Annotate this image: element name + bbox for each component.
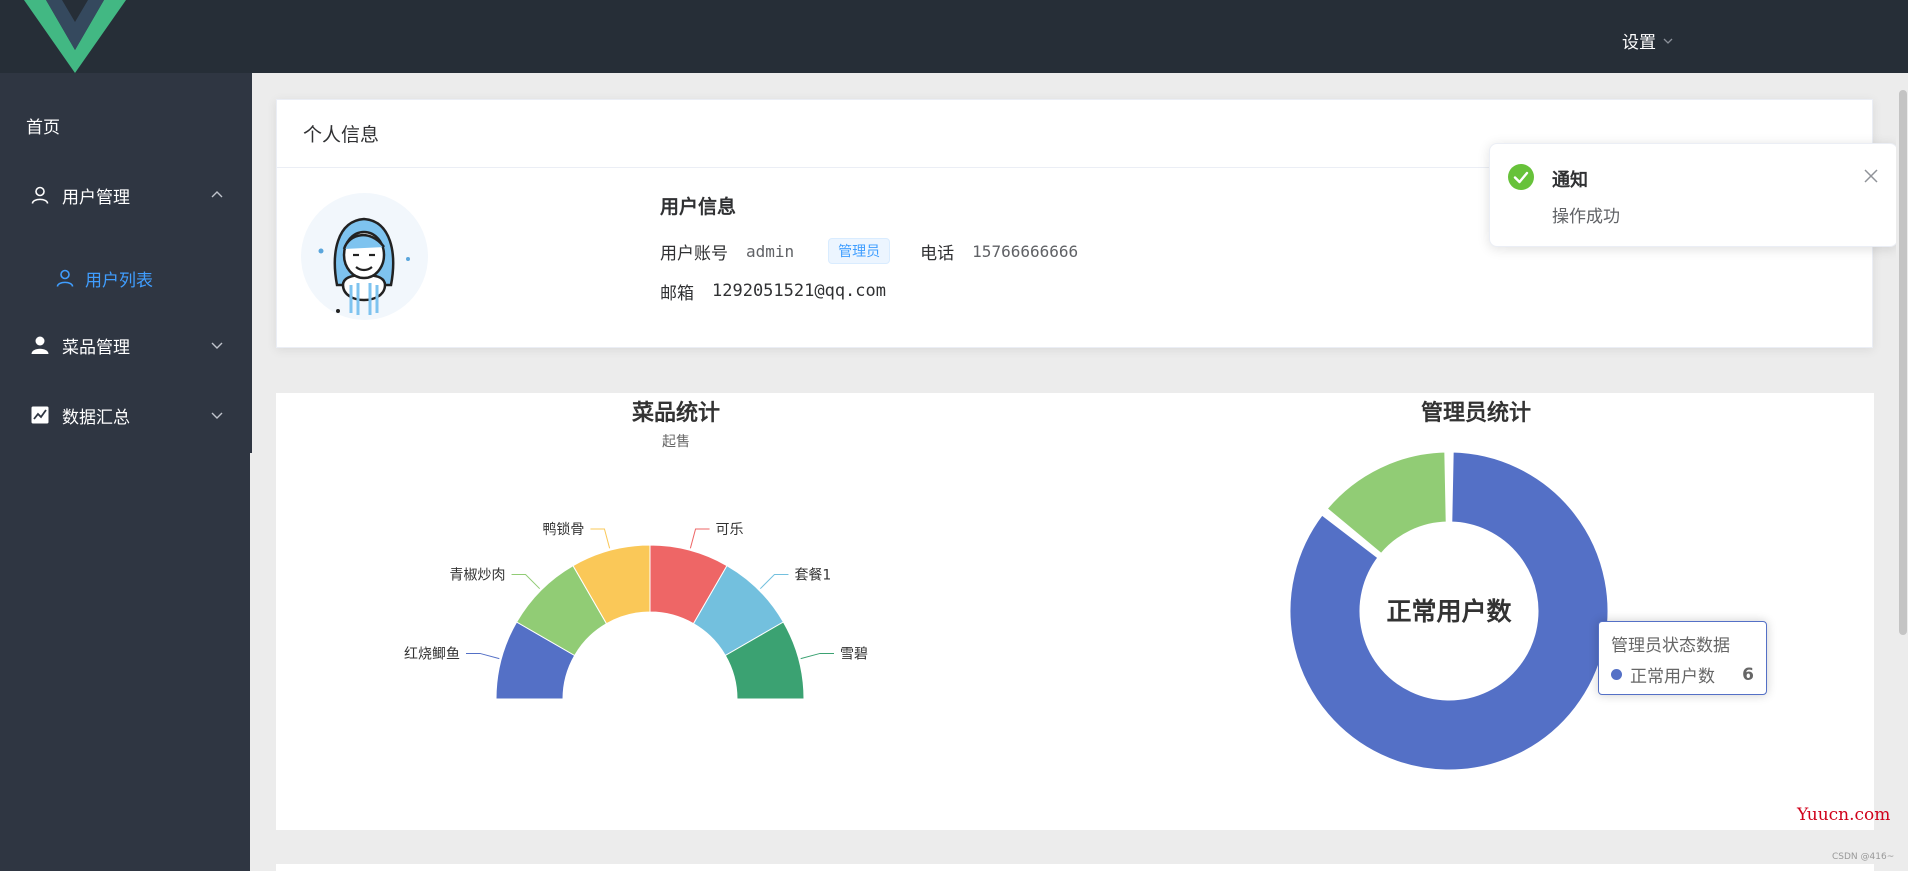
tooltip-row: 正常用户数 6	[1611, 662, 1754, 687]
user-info-block: 用户信息 用户账号 admin 管理员 电话 15766666666 邮箱 12…	[660, 192, 1078, 317]
account-value: admin	[746, 241, 795, 261]
sidebar-item-user-management[interactable]: 用户管理	[0, 167, 250, 223]
account-label: 用户账号	[660, 243, 728, 264]
sidebar-item-label: 菜品管理	[62, 337, 130, 358]
dish-label-line	[759, 574, 789, 590]
dish-label-line	[465, 652, 500, 660]
trend-chart-icon	[30, 405, 50, 425]
notification-message: 操作成功	[1552, 207, 1620, 227]
role-badge: 管理员	[828, 238, 891, 264]
tooltip-title: 管理员状态数据	[1611, 636, 1730, 656]
top-header: 设置	[0, 0, 1908, 73]
dish-label-line	[590, 528, 611, 549]
dish-slice-label: 青椒炒肉	[450, 568, 506, 584]
tooltip-series-label: 正常用户数	[1630, 667, 1715, 687]
sidebar: 首页 用户管理 用户列表 菜品管理 数据汇总	[0, 73, 250, 871]
charts-panel: 菜品统计 起售 管理员统计 红烧鲫鱼 青椒炒肉 鸭锁骨 可乐 套餐1 雪碧 正常用户数	[276, 393, 1874, 830]
email-label: 邮箱	[660, 283, 694, 304]
sidebar-edge	[250, 73, 252, 453]
dish-label-line	[511, 574, 541, 590]
settings-dropdown[interactable]: 设置	[1622, 28, 1674, 53]
success-notification: 通知 操作成功	[1489, 143, 1898, 247]
watermark: Yuucn.com	[1797, 805, 1891, 825]
dish-slice-label: 鸭锁骨	[542, 522, 584, 538]
credit-text: CSDN @416~	[1832, 852, 1895, 862]
user-icon	[55, 268, 75, 288]
tooltip-value: 6	[1742, 664, 1754, 685]
scrollbar-thumb[interactable]	[1899, 90, 1907, 635]
dish-slice-label: 可乐	[716, 522, 744, 538]
notification-title: 通知	[1552, 170, 1588, 191]
user-filled-icon	[30, 335, 50, 355]
vue-logo[interactable]	[24, 0, 126, 73]
sidebar-item-label: 用户列表	[85, 270, 153, 291]
dish-label-line	[689, 528, 710, 549]
email-row: 邮箱 1292051521@qq.com	[660, 277, 1078, 305]
admin-center-label: 正常用户数	[1386, 597, 1512, 626]
chevron-down-icon	[210, 408, 224, 422]
user-icon	[30, 185, 50, 205]
card-header-title: 个人信息	[303, 124, 380, 146]
email-value: 1292051521@qq.com	[712, 281, 886, 301]
phone-label: 电话	[920, 243, 955, 264]
avatar	[301, 193, 428, 320]
account-row: 用户账号 admin 管理员 电话 15766666666	[660, 237, 1078, 265]
sidebar-item-label: 用户管理	[62, 187, 130, 208]
sidebar-item-dish-management[interactable]: 菜品管理	[0, 317, 250, 373]
chart-tooltip: 管理员状态数据 正常用户数 6	[1598, 621, 1767, 695]
chevron-down-icon	[1663, 38, 1673, 44]
phone-value: 15766666666	[972, 241, 1079, 261]
success-check-icon	[1508, 164, 1534, 190]
dish-slice-label: 红烧鲫鱼	[404, 645, 460, 662]
dish-label-line	[800, 652, 835, 660]
user-info-title: 用户信息	[660, 196, 737, 218]
chevron-up-icon	[210, 188, 224, 202]
dish-slice-label: 雪碧	[840, 646, 868, 662]
sidebar-item-data-summary[interactable]: 数据汇总	[0, 387, 250, 443]
dish-slice-label: 套餐1	[794, 568, 831, 584]
settings-label: 设置	[1622, 33, 1656, 53]
sidebar-item-home[interactable]: 首页	[0, 97, 250, 153]
charts-svg[interactable]: 红烧鲫鱼青椒炒肉鸭锁骨 可乐套餐1雪碧正常用户数	[276, 393, 1874, 830]
avatar-icon	[318, 217, 410, 315]
sidebar-item-label: 数据汇总	[62, 407, 130, 428]
sidebar-item-user-list[interactable]: 用户列表	[0, 250, 250, 306]
close-icon[interactable]	[1863, 168, 1879, 184]
next-card-edge	[276, 864, 1874, 871]
sidebar-item-label: 首页	[26, 117, 60, 138]
chevron-down-icon	[210, 338, 224, 352]
series-dot-icon	[1611, 669, 1622, 680]
